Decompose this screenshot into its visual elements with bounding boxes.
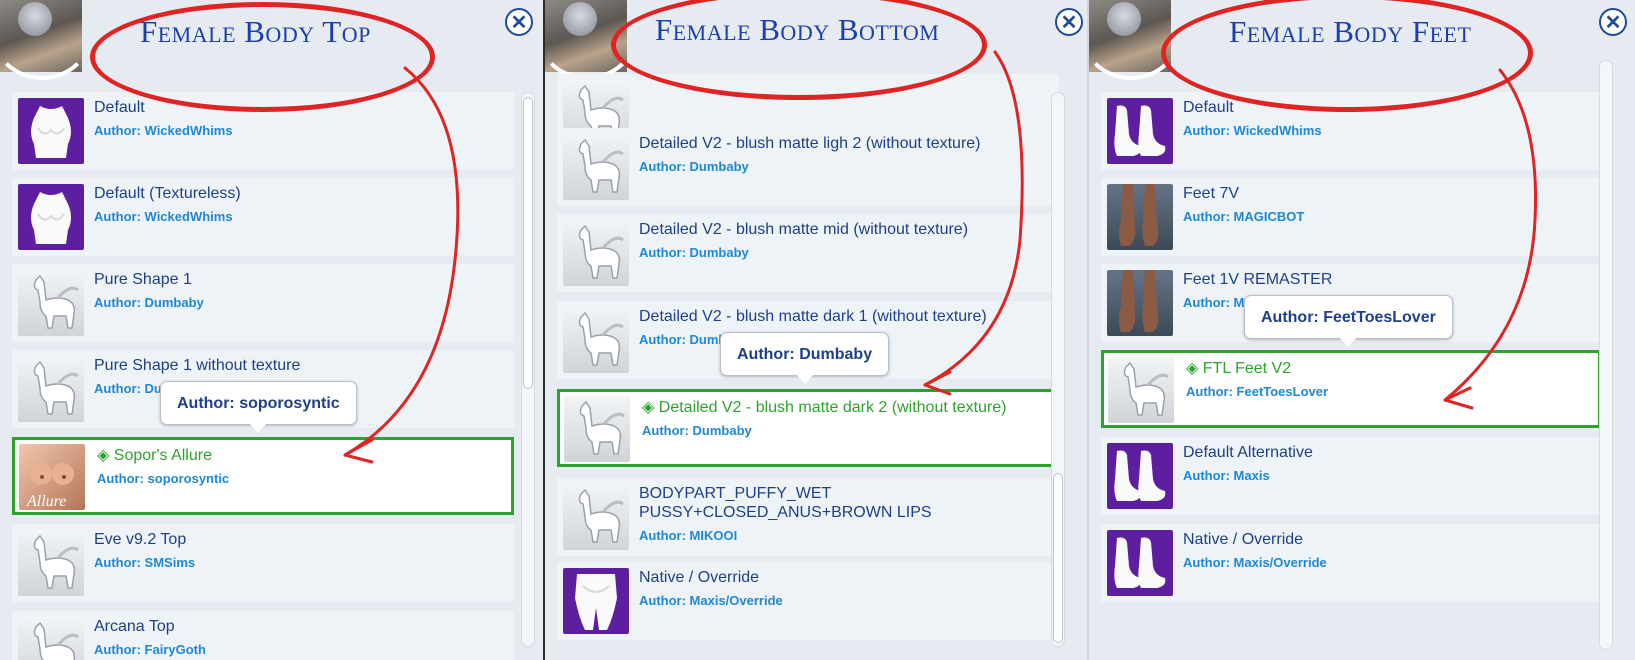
list-item[interactable]: Default (Textureless) Author: WickedWhims xyxy=(12,178,514,256)
item-author: Author: Dumbaby xyxy=(639,159,749,174)
item-author: Author: FairyGoth xyxy=(94,642,206,657)
scrollbar-thumb[interactable] xyxy=(1053,473,1063,643)
feet-icon xyxy=(1107,443,1173,509)
close-button[interactable]: ✕ xyxy=(1055,8,1083,36)
list-item[interactable]: ◈ FTL Feet V2 Author: FeetToesLover xyxy=(1101,350,1601,428)
item-name: ◈ Sopor's Allure xyxy=(97,447,212,464)
item-name: BODYPART_PUFFY_WET PUSSY+CLOSED_ANUS+BRO… xyxy=(639,485,932,521)
panel-divider xyxy=(543,0,545,660)
item-author: Author: WickedWhims xyxy=(1183,123,1322,138)
scrollbar-track[interactable] xyxy=(521,92,535,647)
llama-icon xyxy=(563,220,629,286)
list-item[interactable]: Allure ◈ Sopor's Allure Author: soporosynt… xyxy=(12,437,514,515)
feet-photo xyxy=(1107,270,1173,336)
item-author: Author: Maxis xyxy=(1183,468,1270,483)
item-name: Feet 1V REMASTER xyxy=(1183,271,1333,288)
llama-icon xyxy=(18,270,84,336)
item-author: Author: Maxis/Override xyxy=(639,593,783,608)
item-author: Author: SMSims xyxy=(94,555,196,570)
item-name: Pure Shape 1 without texture xyxy=(94,357,301,374)
item-author: Author: soporosyntic xyxy=(97,471,230,486)
close-button[interactable]: ✕ xyxy=(1599,8,1627,36)
author-tooltip: Author: FeetToesLover xyxy=(1244,295,1453,347)
list-item[interactable]: Pure Shape 1 Author: Dumbaby xyxy=(12,264,514,342)
llama-icon xyxy=(564,396,630,462)
cas-panel-2: ✕ Default Author: WickedWhims Feet 7V Author… xyxy=(1089,0,1635,660)
item-name: Detailed V2 - blush matte dark 1 (withou… xyxy=(639,308,987,325)
item-name: Detailed V2 - blush matte mid (without t… xyxy=(639,221,969,238)
panel-title: Female Body Feet xyxy=(1229,14,1472,49)
feet-icon xyxy=(1107,530,1173,596)
allure-photo: Allure xyxy=(19,444,85,510)
item-name: Default Alternative xyxy=(1183,444,1313,461)
panel-divider xyxy=(1087,0,1089,660)
llama-icon xyxy=(18,356,84,422)
selected-marker-icon: ◈ xyxy=(642,399,655,416)
list-item[interactable]: BODYPART_PUFFY_WET PUSSY+CLOSED_ANUS+BRO… xyxy=(557,478,1059,556)
list-item[interactable]: Detailed V2 - blush matte mid (without t… xyxy=(557,214,1059,292)
item-name: ◈ FTL Feet V2 xyxy=(1186,360,1292,377)
body-top-icon xyxy=(18,184,84,250)
feet-icon xyxy=(1107,98,1173,164)
list-item[interactable]: Eve v9.2 Top Author: SMSims xyxy=(12,524,514,602)
scrollbar-thumb[interactable] xyxy=(523,97,533,389)
item-author: Author: Dumbaby xyxy=(94,295,204,310)
item-name: Native / Override xyxy=(1183,531,1304,548)
scrollbar-track[interactable] xyxy=(1599,60,1613,650)
item-name: Detailed V2 - blush matte ligh 2 (withou… xyxy=(639,135,981,152)
llama-icon xyxy=(18,530,84,596)
llama-icon xyxy=(563,484,629,550)
list-item[interactable]: Feet 7V Author: MAGICBOT xyxy=(1101,178,1601,256)
llama-icon xyxy=(1108,357,1174,423)
selected-marker-icon: ◈ xyxy=(97,447,110,464)
body-top-icon xyxy=(18,98,84,164)
llama-icon xyxy=(18,617,84,660)
item-name: ◈ Detailed V2 - blush matte dark 2 (with… xyxy=(642,399,1007,416)
selected-marker-icon: ◈ xyxy=(1186,360,1199,377)
list-item[interactable]: Detailed V2 - blush matte ligh 2 (withou… xyxy=(557,128,1059,206)
author-tooltip: Author: Dumbaby xyxy=(720,332,890,384)
item-name: Feet 7V xyxy=(1183,185,1240,202)
svg-text:Allure: Allure xyxy=(26,493,66,510)
list-item[interactable]: Arcana Top Author: FairyGoth xyxy=(12,611,514,660)
item-name: Default (Textureless) xyxy=(94,185,241,202)
list-item[interactable]: ◈ Detailed V2 - blush matte dark 2 (with… xyxy=(557,389,1059,467)
item-author: Author: WickedWhims xyxy=(94,123,233,138)
item-author: Author: WickedWhims xyxy=(94,209,233,224)
item-author: Author: Maxis/Override xyxy=(1183,555,1327,570)
item-author: Author: Dumbaby xyxy=(639,245,749,260)
llama-icon xyxy=(563,134,629,200)
cas-panel-0: ✕ Default Author: WickedWhims Default (Text… xyxy=(0,0,543,660)
feet-photo xyxy=(1107,184,1173,250)
author-tooltip: Author: soporosyntic xyxy=(160,381,357,433)
body-bottom-icon xyxy=(563,568,629,634)
item-name: Arcana Top xyxy=(94,618,175,635)
cas-panel-1: ✕ Detailed V2 - blush matte ligh 2 (witho… xyxy=(545,0,1087,660)
scrollbar-track[interactable] xyxy=(1051,92,1065,647)
panel-title: Female Body Top xyxy=(140,14,371,49)
list-item[interactable]: Native / Override Author: Maxis/Override xyxy=(557,562,1059,640)
item-author: Author: FeetToesLover xyxy=(1186,384,1329,399)
item-name: Eve v9.2 Top xyxy=(94,531,187,548)
list-item[interactable]: Default Alternative Author: Maxis xyxy=(1101,437,1601,515)
item-author: Author: MAGICBOT xyxy=(1183,209,1305,224)
list-item[interactable]: Native / Override Author: Maxis/Override xyxy=(1101,524,1601,602)
item-author: Author: MIKOOI xyxy=(639,528,738,543)
panel-title: Female Body Bottom xyxy=(655,12,940,47)
close-button[interactable]: ✕ xyxy=(505,8,533,36)
llama-icon xyxy=(563,307,629,373)
item-author: Author: Dumbaby xyxy=(642,423,752,438)
item-name: Native / Override xyxy=(639,569,760,586)
item-name: Pure Shape 1 xyxy=(94,271,192,288)
